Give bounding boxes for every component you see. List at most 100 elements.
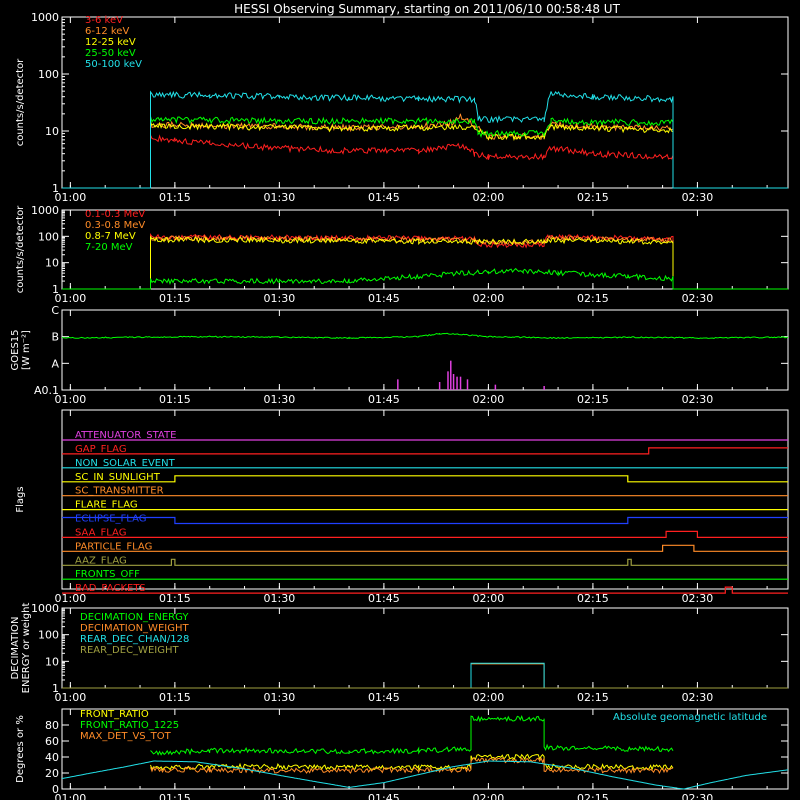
y-tick-label: 1: [52, 682, 59, 695]
y-axis-label: ENERGY or weight: [21, 603, 32, 694]
x-tick-label: 02:00: [473, 592, 505, 605]
y-tick-label: 0: [52, 783, 59, 796]
y-tick-label: 80: [45, 719, 59, 732]
legend-entry: 0.1-0.3 MeV: [85, 209, 145, 220]
x-tick-label: 01:45: [368, 792, 400, 800]
legend-entry: 6-12 keV: [85, 26, 129, 37]
y-axis-label: DECIMATION: [10, 616, 21, 679]
flag-label: FRONTS_OFF: [75, 569, 140, 580]
x-tick-label: 01:45: [368, 292, 400, 305]
flag-label: SAA_FLAG: [75, 527, 126, 538]
panel-frame: [61, 309, 789, 391]
flag-line: [62, 530, 788, 538]
flag-label: PARTICLE_FLAG: [75, 541, 152, 552]
legend-entry: 0.3-0.8 MeV: [85, 220, 145, 231]
flag-line: [62, 475, 788, 483]
series-line: [150, 715, 674, 756]
flag-label: SC_TRANSMITTER: [75, 486, 164, 497]
x-tick-label: 02:00: [473, 691, 505, 704]
panel-flags: 01:00 01:15 01:30 01:45 02:00 02:15 02:30Flags…: [15, 409, 789, 605]
y-tick-label: 10: [45, 655, 59, 668]
x-tick-label: 02:30: [682, 191, 714, 204]
y-tick-label: 1000: [31, 11, 59, 24]
flag-label: GAP_FLAG: [75, 444, 127, 455]
x-tick-label: 01:00: [55, 691, 87, 704]
series-line: [150, 753, 674, 772]
legend-entry: 50-100 keV: [85, 59, 142, 70]
y-tick-label: 1: [52, 182, 59, 195]
x-tick-label: 02:15: [577, 191, 609, 204]
y-axis-label: Flags: [15, 486, 26, 512]
flag-line: [62, 544, 788, 552]
x-tick-label: 01:30: [264, 592, 296, 605]
x-tick-label: 01:30: [264, 292, 296, 305]
x-tick-label: 02:15: [577, 592, 609, 605]
legend-entry: 12-25 keV: [85, 37, 136, 48]
x-tick-label: 01:30: [264, 792, 296, 800]
plot-title: HESSI Observing Summary, starting on 201…: [234, 2, 620, 16]
legend-entry: FRONT_RATIO_1225: [80, 720, 179, 731]
legend-entry: REAR_DEC_CHAN/128: [80, 634, 189, 645]
x-tick-label: 01:00: [55, 393, 87, 406]
x-tick-label: 01:15: [159, 592, 191, 605]
legend-entry: DECIMATION_WEIGHT: [80, 623, 189, 634]
panel-frame: [61, 16, 789, 189]
y-tick-label: 60: [45, 735, 59, 748]
x-tick-label: 02:30: [682, 691, 714, 704]
y-tick-label: 1: [52, 283, 59, 296]
flag-label: FLARE_FLAG: [75, 500, 138, 511]
x-tick-label: 02:00: [473, 191, 505, 204]
x-tick-label: 02:15: [577, 691, 609, 704]
series-line: [62, 134, 788, 189]
y-tick-label: 20: [45, 767, 59, 780]
series-line: [62, 120, 788, 189]
flag-label: ATTENUATOR_STATE: [75, 430, 176, 441]
y-tick-label: B: [51, 331, 59, 344]
x-tick-label: 01:45: [368, 691, 400, 704]
series-line: [62, 662, 788, 689]
x-tick-label: 01:15: [159, 792, 191, 800]
panel-goes: 01:00 01:15 01:30 01:45 02:00 02:15 02:30 GOES1…: [10, 304, 789, 406]
y-tick-label: 40: [45, 751, 59, 764]
x-tick-label: 01:30: [264, 191, 296, 204]
panel-high-energy: 01:00 01:15 01:30 01:45 02:00 02:15 02:30 count…: [15, 204, 789, 305]
flag-line: [62, 447, 788, 455]
y-tick-label: 1000: [31, 602, 59, 615]
legend-entry: FRONT_RATIO: [80, 709, 149, 720]
series-line: [61, 332, 789, 340]
x-tick-label: 02:30: [682, 592, 714, 605]
flag-label: AAZ_FLAG: [75, 555, 127, 566]
x-tick-label: 01:45: [368, 191, 400, 204]
legend-entry: DECIMATION_ENERGY: [80, 612, 189, 623]
panel-ratios: 01:00 01:15 01:30 01:45 02:00 02:15 02:30 Degre…: [15, 708, 789, 800]
hessi-observing-summary: HESSI Observing Summary, starting on 201…: [0, 0, 800, 800]
x-tick-label: 01:00: [55, 792, 87, 800]
y-tick-label: 1000: [31, 204, 59, 217]
series-line: [62, 267, 788, 290]
flag-label: BAD_PACKETS: [75, 583, 146, 594]
legend-entry: 0.8-7 MeV: [85, 231, 136, 242]
x-tick-label: 01:30: [264, 691, 296, 704]
x-tick-label: 01:15: [159, 191, 191, 204]
flag-label: ECLIPSE_FLAG: [75, 514, 146, 525]
legend-entry: REAR_DEC_WEIGHT: [80, 645, 179, 656]
x-tick-label: 02:15: [577, 792, 609, 800]
x-tick-label: 02:30: [682, 792, 714, 800]
flag-line: [62, 558, 788, 566]
y-tick-label: 100: [38, 629, 59, 642]
x-tick-label: 02:00: [473, 292, 505, 305]
legend-entry: 25-50 keV: [85, 48, 136, 59]
y-tick-label: 10: [45, 125, 59, 138]
x-tick-label: 02:30: [682, 292, 714, 305]
x-tick-label: 01:30: [264, 393, 296, 406]
y-tick-label: C: [51, 304, 59, 317]
flag-line: [62, 516, 788, 525]
flag-label: SC_IN_SUNLIGHT: [75, 472, 161, 483]
x-tick-label: 02:15: [577, 393, 609, 406]
y-tick-label: A0.1: [34, 384, 59, 397]
y-tick-label: A: [51, 357, 59, 370]
y-tick-label: 100: [38, 68, 59, 81]
annotation-label: Absolute geomagnetic latitude: [613, 712, 767, 723]
x-tick-label: 01:00: [55, 191, 87, 204]
y-axis-label: [W m⁻²]: [21, 330, 32, 370]
